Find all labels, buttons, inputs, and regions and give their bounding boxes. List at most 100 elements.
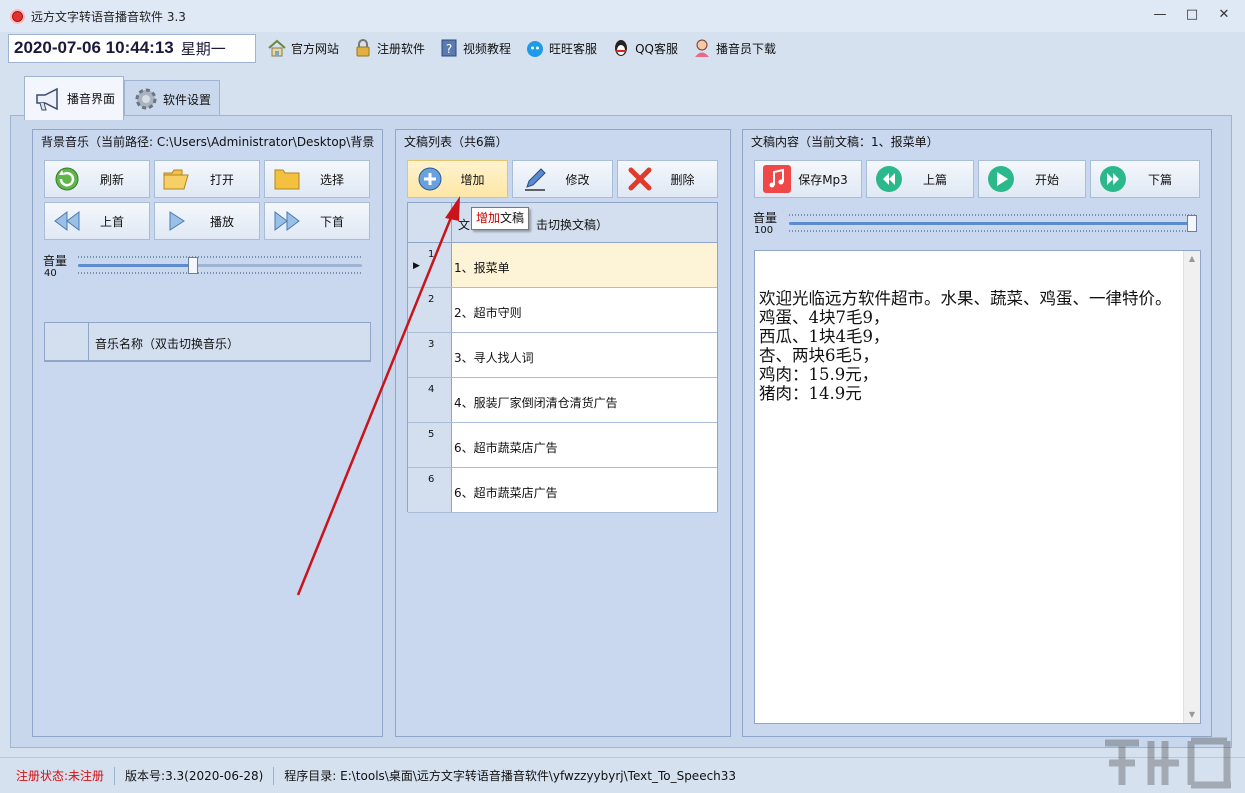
- app-logo-icon: [10, 8, 25, 24]
- refresh-label: 刷新: [99, 172, 124, 187]
- video-tutorial-link[interactable]: ? 视频教程: [436, 35, 514, 61]
- wangwang-icon: [527, 41, 544, 57]
- next-track-button[interactable]: 下首: [264, 202, 370, 240]
- script-list-row[interactable]: ▶ 1 1、报菜单: [408, 243, 717, 288]
- official-site-label: 官方网站: [291, 41, 340, 56]
- prev-track-button[interactable]: 上首: [44, 202, 150, 240]
- script-list-row[interactable]: 3 3、寻人找人词: [408, 333, 717, 378]
- row-header: ▶ 1: [408, 243, 452, 287]
- script-header-part-b: 击切换文稿）: [536, 218, 609, 232]
- script-title: 1、报菜单: [454, 261, 510, 275]
- select-button[interactable]: 选择: [264, 160, 370, 198]
- prev-track-label: 上首: [99, 214, 124, 229]
- scroll-up-arrow-icon[interactable]: ▲: [1184, 251, 1200, 267]
- row-number: 3: [428, 339, 435, 350]
- gear-icon: [135, 88, 157, 110]
- watermark-logo: [1105, 737, 1231, 789]
- add-script-tooltip: 增加文稿: [471, 207, 530, 230]
- content-volume-value: 100: [754, 225, 774, 236]
- next-script-label: 下篇: [1147, 172, 1172, 187]
- text-scrollbar[interactable]: ▲ ▼: [1183, 251, 1200, 723]
- script-text[interactable]: 欢迎光临远方软件超市。水果、蔬菜、鸡蛋、一律特价。 鸡蛋、4块7毛9， 西瓜、1…: [759, 289, 1178, 403]
- script-list-grid[interactable]: 文击切换文稿） ▶ 1 1、报菜单 2 2、超市守则 3 3、寻人找人词 4 4、服装厂家倒闭清…: [407, 202, 718, 513]
- row-number: 5: [428, 429, 435, 440]
- scroll-down-arrow-icon[interactable]: ▼: [1184, 707, 1200, 723]
- music-volume-label: 音量: [43, 254, 68, 268]
- row-number: 2: [428, 294, 435, 305]
- content-volume-slider[interactable]: [789, 213, 1197, 233]
- save-mp3-button[interactable]: 保存Mp3: [754, 160, 862, 198]
- announcer-avatar-icon: [694, 39, 709, 57]
- play-music-button[interactable]: 播放: [154, 202, 260, 240]
- official-site-link[interactable]: 官方网站: [264, 35, 342, 61]
- register-label: 注册软件: [377, 41, 426, 56]
- play-music-label: 播放: [209, 214, 234, 229]
- music-volume-value: 40: [44, 268, 57, 279]
- title-bar: 远方文字转语音播音软件 3.3 — □ ✕: [0, 0, 1245, 32]
- script-list-row[interactable]: 4 4、服装厂家倒闭清仓清货广告: [408, 378, 717, 423]
- music-list[interactable]: 音乐名称（双击切换音乐）: [44, 322, 371, 362]
- prev-script-label: 上篇: [922, 172, 947, 187]
- play-icon: [161, 205, 193, 237]
- script-list-row[interactable]: 5 6、超市蔬菜店广告: [408, 423, 717, 468]
- script-list-title: 文稿列表（共6篇）: [404, 135, 508, 149]
- rewind-icon: [51, 205, 83, 237]
- start-button[interactable]: 开始: [978, 160, 1086, 198]
- open-button[interactable]: 打开: [154, 160, 260, 198]
- add-script-button[interactable]: 增加: [407, 160, 508, 198]
- datetime: 2020-07-06 10:44:13: [14, 38, 174, 57]
- script-title: 6、超市蔬菜店广告: [454, 441, 558, 455]
- next-circle-icon: [1097, 163, 1129, 195]
- minimize-button[interactable]: —: [1153, 8, 1167, 22]
- home-icon: [268, 39, 286, 57]
- tooltip-highlight: 增加: [476, 211, 501, 225]
- announcer-download-link[interactable]: 播音员下载: [689, 35, 779, 61]
- content-volume-thumb[interactable]: [1187, 215, 1197, 232]
- row-header: 4: [408, 378, 452, 422]
- clock-display: 2020-07-06 10:44:13 星期一: [8, 33, 256, 63]
- add-script-label: 增加: [460, 172, 485, 187]
- program-directory: 程序目录: E:\tools\桌面\远方文字转语音播音软件\yfwzzyybyr…: [284, 768, 737, 783]
- content-volume-label: 音量: [753, 211, 778, 225]
- script-list-row[interactable]: 6 6、超市蔬菜店广告: [408, 468, 717, 513]
- status-bar: 注册状态:未注册 版本号:3.3(2020-06-28) 程序目录: E:\to…: [0, 757, 1245, 793]
- version-info: 版本号:3.3(2020-06-28): [115, 766, 275, 785]
- music-group-title: 背景音乐（当前路径: C:\Users\Administrator\Deskto…: [41, 135, 375, 149]
- qq-service-link[interactable]: QQ客服: [608, 35, 681, 61]
- script-title: 6、超市蔬菜店广告: [454, 486, 558, 500]
- tab-broadcast-label: 播音界面: [67, 92, 116, 106]
- wangwang-service-link[interactable]: 旺旺客服: [522, 35, 600, 61]
- music-volume-thumb[interactable]: [188, 257, 198, 274]
- refresh-button[interactable]: 刷新: [44, 160, 150, 198]
- tab-broadcast[interactable]: 播音界面: [24, 76, 125, 120]
- window-title: 远方文字转语音播音软件 3.3: [31, 9, 186, 24]
- row-header: 5: [408, 423, 452, 467]
- next-script-button[interactable]: 下篇: [1090, 160, 1200, 198]
- help-book-icon: ?: [441, 39, 457, 57]
- row-number: 6: [428, 474, 435, 485]
- tab-settings-label: 软件设置: [163, 92, 212, 107]
- registration-status: 注册状态:未注册: [0, 766, 116, 785]
- play-circle-icon: [985, 163, 1017, 195]
- weekday: 星期一: [180, 40, 226, 58]
- music-volume-slider[interactable]: [78, 255, 362, 275]
- music-list-header: 音乐名称（双击切换音乐）: [45, 323, 370, 361]
- delete-script-button[interactable]: 删除: [617, 160, 718, 198]
- select-label: 选择: [319, 172, 344, 187]
- svg-text:?: ?: [446, 42, 452, 56]
- maximize-button[interactable]: □: [1185, 8, 1199, 22]
- script-text-area[interactable]: 欢迎光临远方软件超市。水果、蔬菜、鸡蛋、一律特价。 鸡蛋、4块7毛9， 西瓜、1…: [754, 250, 1201, 724]
- current-row-arrow-icon: ▶: [413, 261, 420, 271]
- edit-script-button[interactable]: 修改: [512, 160, 613, 198]
- tab-settings[interactable]: 软件设置: [124, 80, 221, 117]
- previous-circle-icon: [873, 163, 905, 195]
- row-header: 3: [408, 333, 452, 377]
- row-header: 2: [408, 288, 452, 332]
- music-list-column-header: 音乐名称（双击切换音乐）: [95, 337, 240, 351]
- prev-script-button[interactable]: 上篇: [866, 160, 974, 198]
- top-toolbar: 2020-07-06 10:44:13 星期一 官方网站 注册软件 ? 视频教程…: [0, 32, 1245, 64]
- announcer-download-label: 播音员下载: [715, 41, 776, 56]
- register-link[interactable]: 注册软件: [350, 35, 428, 61]
- close-button[interactable]: ✕: [1217, 8, 1231, 22]
- script-list-row[interactable]: 2 2、超市守则: [408, 288, 717, 333]
